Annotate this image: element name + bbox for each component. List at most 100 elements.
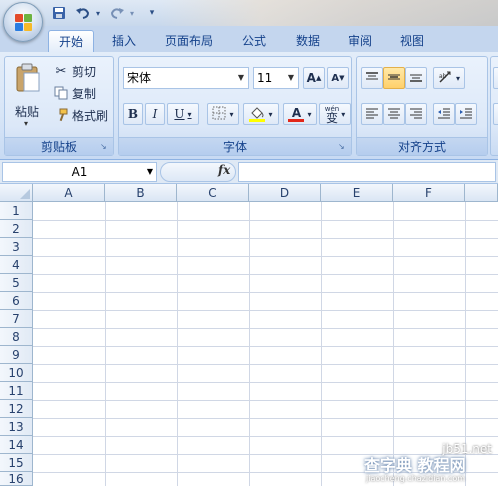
row-header-11[interactable]: 11 bbox=[0, 382, 33, 400]
clipboard-launcher-icon[interactable]: ↘ bbox=[100, 142, 110, 152]
tab-insert[interactable]: 插入 bbox=[102, 30, 146, 52]
undo-icon[interactable] bbox=[72, 4, 94, 22]
tab-page-layout[interactable]: 页面布局 bbox=[156, 30, 222, 52]
underline-button[interactable]: U ▾ bbox=[167, 103, 199, 125]
customize-qat-icon[interactable]: ▾ bbox=[146, 4, 158, 22]
bold-button[interactable]: B bbox=[123, 103, 143, 125]
align-bottom-button[interactable] bbox=[405, 67, 427, 89]
column-header-c[interactable]: C bbox=[177, 184, 249, 202]
row-header-2[interactable]: 2 bbox=[0, 220, 33, 238]
grid-hline bbox=[33, 274, 498, 275]
font-group-label: 字体 bbox=[119, 137, 351, 155]
row-header-16[interactable]: 16 bbox=[0, 472, 33, 486]
align-middle-button[interactable] bbox=[383, 67, 405, 89]
font-launcher-icon[interactable]: ↘ bbox=[338, 142, 348, 152]
font-name-dropdown-icon[interactable]: ▼ bbox=[236, 68, 246, 88]
font-name-select[interactable]: 宋体 ▼ bbox=[123, 67, 249, 89]
format-painter-button[interactable]: 格式刷 bbox=[53, 105, 108, 125]
row-header-3[interactable]: 3 bbox=[0, 238, 33, 256]
grow-font-button[interactable]: A ▲ bbox=[303, 67, 325, 89]
undo-dropdown-icon[interactable]: ▾ bbox=[94, 4, 102, 22]
formula-input[interactable] bbox=[238, 162, 496, 182]
copy-label: 复制 bbox=[72, 86, 97, 101]
align-right-button[interactable] bbox=[405, 103, 427, 125]
row-header-7[interactable]: 7 bbox=[0, 310, 33, 328]
cut-label: 剪切 bbox=[72, 64, 97, 79]
font-color-button[interactable]: A ▾ bbox=[283, 103, 317, 125]
name-box-value: A1 bbox=[71, 165, 88, 179]
tab-review[interactable]: 审阅 bbox=[338, 30, 382, 52]
format-painter-label: 格式刷 bbox=[72, 108, 109, 123]
redo-dropdown-icon[interactable]: ▾ bbox=[128, 4, 136, 22]
column-header-d[interactable]: D bbox=[249, 184, 321, 202]
column-header-g-partial[interactable] bbox=[465, 184, 498, 202]
row-header-15[interactable]: 15 bbox=[0, 454, 33, 472]
align-center-icon bbox=[387, 107, 401, 122]
wrap-text-button[interactable] bbox=[493, 67, 498, 89]
orientation-button[interactable]: ab ▾ bbox=[433, 67, 465, 89]
increase-indent-button[interactable] bbox=[455, 103, 477, 125]
watermark-sub: jiaocheng.chazidian.com bbox=[366, 474, 466, 483]
select-all-corner[interactable] bbox=[0, 184, 33, 202]
align-top-button[interactable] bbox=[361, 67, 383, 89]
column-header-e[interactable]: E bbox=[321, 184, 393, 202]
name-box-dropdown-icon[interactable]: ▼ bbox=[147, 163, 153, 181]
merge-center-button[interactable] bbox=[493, 103, 498, 125]
row-header-14[interactable]: 14 bbox=[0, 436, 33, 454]
alignment-group-label: 对齐方式 bbox=[357, 137, 487, 155]
font-color-label: A bbox=[291, 105, 302, 120]
grid-vline bbox=[105, 202, 106, 486]
redo-icon[interactable] bbox=[106, 4, 128, 22]
row-header-12[interactable]: 12 bbox=[0, 400, 33, 418]
font-color-icon: A bbox=[288, 105, 305, 122]
cut-button[interactable]: ✂ 剪切 bbox=[53, 61, 96, 81]
clipboard-group-label: 剪贴板 bbox=[5, 137, 113, 155]
save-icon[interactable] bbox=[50, 4, 68, 22]
insert-function-icon[interactable]: fx bbox=[218, 163, 230, 177]
row-header-1[interactable]: 1 bbox=[0, 202, 33, 220]
fill-color-button[interactable]: ▾ bbox=[243, 103, 279, 125]
shrink-font-button[interactable]: A ▼ bbox=[327, 67, 349, 89]
font-size-select[interactable]: 11 ▼ bbox=[253, 67, 299, 89]
copy-button[interactable]: 复制 bbox=[53, 83, 96, 103]
fx-label: fx bbox=[218, 163, 231, 177]
column-header-f[interactable]: F bbox=[393, 184, 465, 202]
phonetic-button[interactable]: wén 变 ▾ bbox=[319, 103, 351, 125]
grow-font-label: A bbox=[306, 71, 316, 85]
tab-data[interactable]: 数据 bbox=[286, 30, 330, 52]
increase-indent-icon bbox=[459, 107, 473, 122]
decrease-indent-button[interactable] bbox=[433, 103, 455, 125]
align-center-button[interactable] bbox=[383, 103, 405, 125]
align-middle-icon bbox=[387, 71, 401, 86]
name-box[interactable]: A1 ▼ bbox=[2, 162, 157, 182]
column-header-a[interactable]: A bbox=[33, 184, 105, 202]
italic-button[interactable]: I bbox=[145, 103, 165, 125]
font-size-value: 11 bbox=[257, 71, 273, 85]
row-header-5[interactable]: 5 bbox=[0, 274, 33, 292]
office-button[interactable] bbox=[3, 2, 43, 42]
row-header-10[interactable]: 10 bbox=[0, 364, 33, 382]
column-header-b[interactable]: B bbox=[105, 184, 177, 202]
grid-hline bbox=[33, 220, 498, 221]
phonetic-char: 变 bbox=[325, 111, 338, 125]
tab-home[interactable]: 开始 bbox=[48, 30, 94, 52]
row-header-13[interactable]: 13 bbox=[0, 418, 33, 436]
underline-label: U bbox=[174, 107, 185, 121]
font-name-value: 宋体 bbox=[127, 71, 152, 85]
borders-button[interactable]: ▾ bbox=[207, 103, 239, 125]
grid-hline bbox=[33, 400, 498, 401]
tab-view[interactable]: 视图 bbox=[390, 30, 434, 52]
formula-bar: A1 ▼ fx bbox=[0, 160, 498, 184]
align-right-icon bbox=[409, 107, 423, 122]
paste-button[interactable]: 粘贴 ▾ bbox=[9, 61, 49, 131]
row-header-9[interactable]: 9 bbox=[0, 346, 33, 364]
align-left-button[interactable] bbox=[361, 103, 383, 125]
tab-formulas[interactable]: 公式 bbox=[232, 30, 276, 52]
paste-dropdown-icon[interactable]: ▾ bbox=[24, 119, 28, 128]
row-header-6[interactable]: 6 bbox=[0, 292, 33, 310]
font-size-dropdown-icon[interactable]: ▼ bbox=[286, 68, 296, 88]
grid-hline bbox=[33, 310, 498, 311]
row-header-4[interactable]: 4 bbox=[0, 256, 33, 274]
phonetic-icon: wén 变 bbox=[325, 105, 339, 125]
row-header-8[interactable]: 8 bbox=[0, 328, 33, 346]
